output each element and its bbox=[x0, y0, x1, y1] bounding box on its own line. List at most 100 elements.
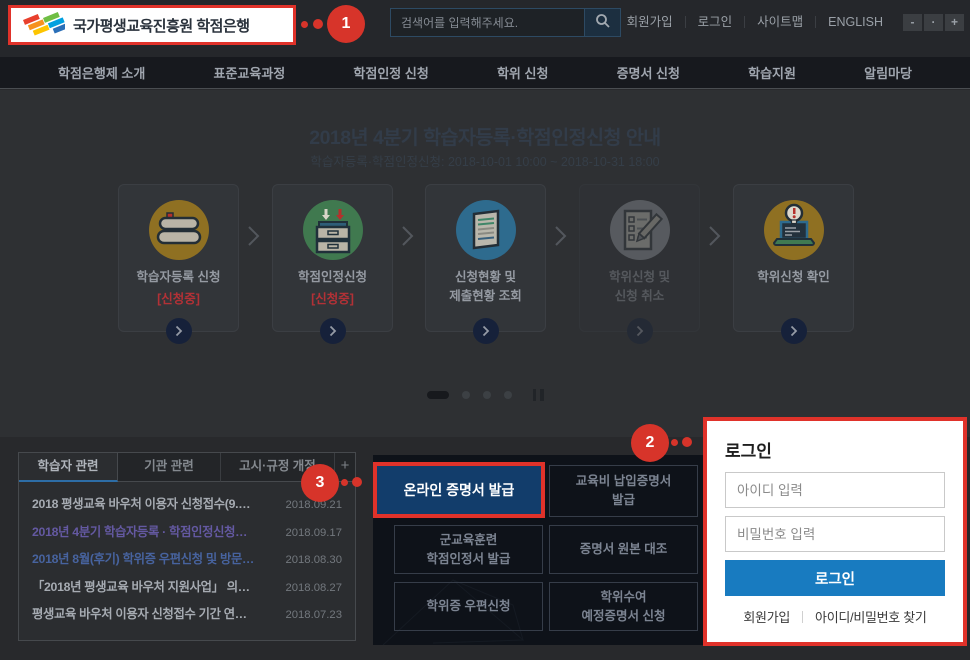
certificate-quick-panel: 온라인 증명서 발급 교육비 납입증명서 발급 군교육훈련 학점인정서 발급 증… bbox=[373, 455, 705, 645]
chevron-right-icon bbox=[554, 225, 567, 247]
document-icon bbox=[454, 198, 518, 262]
banner-card-degree-apply-confirm[interactable]: 학위신청 확인 bbox=[733, 184, 854, 332]
search-box bbox=[390, 8, 621, 37]
certificate-original-check-button[interactable]: 증명서 원본 대조 bbox=[549, 525, 698, 574]
top-link-sitemap[interactable]: 사이트맵 bbox=[744, 16, 815, 28]
chevron-right-icon bbox=[708, 225, 721, 247]
font-size-controls: - · + bbox=[903, 14, 964, 31]
military-training-credit-button[interactable]: 군교육훈련 학점인정서 발급 bbox=[394, 525, 543, 574]
nav-item-notice[interactable]: 알림마당 bbox=[864, 63, 912, 82]
font-reset-button[interactable]: · bbox=[924, 14, 943, 31]
annotation-connector-dot bbox=[682, 437, 692, 447]
news-item-date: 2018.07.23 bbox=[285, 609, 342, 621]
login-title: 로그인 bbox=[725, 437, 945, 462]
nav-item-about[interactable]: 학점은행제 소개 bbox=[58, 63, 145, 82]
chevron-right-icon bbox=[401, 225, 414, 247]
news-list-item[interactable]: 2018년 4분기 학습자등록 · 학점인정신청… 2018.09.17 bbox=[32, 522, 342, 540]
nav-item-learning-support[interactable]: 학습지원 bbox=[748, 63, 796, 82]
logo-text: 국가평생교육진흥원 학점은행 bbox=[73, 15, 250, 36]
banner-card-application-status[interactable]: 신청현황 및 제출현황 조회 bbox=[425, 184, 546, 332]
annotation-step-1: 1 bbox=[327, 5, 365, 43]
find-id-password-link[interactable]: 아이디/비밀번호 찾기 bbox=[815, 607, 927, 626]
checklist-icon bbox=[608, 198, 672, 262]
books-icon bbox=[147, 198, 211, 262]
card-arrow-button[interactable] bbox=[627, 318, 653, 344]
login-id-input[interactable] bbox=[725, 472, 945, 508]
card-arrow-button[interactable] bbox=[781, 318, 807, 344]
login-panel: 로그인 로그인 회원가입 아이디/비밀번호 찾기 bbox=[703, 417, 967, 646]
news-item-title: 2018년 8월(후기) 학위증 우편신청 및 방문… bbox=[32, 549, 254, 567]
logo[interactable]: 국가평생교육진흥원 학점은행 bbox=[8, 5, 296, 45]
carousel-dot[interactable] bbox=[483, 391, 491, 399]
bottom-section: 학습자 관련 기관 관련 고시·규정 개정 + 2018 평생교육 바우처 이용… bbox=[0, 437, 970, 660]
card-arrow-button[interactable] bbox=[473, 318, 499, 344]
main-banner: 2018년 4분기 학습자등록·학점인정신청 안내 학습자등록·학점인정신청: … bbox=[0, 90, 970, 437]
card-status-badge: [신청중] bbox=[119, 288, 238, 307]
card-status-badge: [신청중] bbox=[273, 288, 392, 307]
news-list-item[interactable]: 「2018년 평생교육 바우처 지원사업」 의… 2018.08.27 bbox=[32, 577, 342, 595]
font-larger-button[interactable]: + bbox=[945, 14, 964, 31]
news-item-date: 2018.08.27 bbox=[285, 582, 342, 594]
annotation-step-3: 3 bbox=[301, 464, 339, 502]
annotation-connector-dot bbox=[301, 21, 308, 28]
font-smaller-button[interactable]: - bbox=[903, 14, 922, 31]
top-link-login[interactable]: 로그인 bbox=[685, 16, 745, 28]
annotation-step-2: 2 bbox=[631, 424, 669, 462]
card-label: 학위신청 및 신청 취소 bbox=[580, 268, 699, 306]
banner-subtitle: 학습자등록·학점인정신청: 2018-10-01 10:00 ~ 2018-10… bbox=[0, 151, 970, 170]
annotation-connector-dot bbox=[352, 477, 362, 487]
login-submit-button[interactable]: 로그인 bbox=[725, 560, 945, 596]
login-links: 회원가입 아이디/비밀번호 찾기 bbox=[725, 607, 945, 626]
card-label: 학점인정신청 bbox=[273, 268, 392, 287]
search-input[interactable] bbox=[391, 9, 584, 36]
tab-learner[interactable]: 학습자 관련 bbox=[19, 453, 118, 482]
banner-card-learner-registration[interactable]: 학습자등록 신청 [신청중] bbox=[118, 184, 239, 332]
carousel-pagination bbox=[0, 389, 970, 401]
news-item-date: 2018.08.30 bbox=[285, 554, 342, 566]
online-certificate-button[interactable]: 온라인 증명서 발급 bbox=[373, 462, 545, 518]
carousel-dot[interactable] bbox=[504, 391, 512, 399]
signup-link[interactable]: 회원가입 bbox=[743, 607, 790, 626]
card-label: 학습자등록 신청 bbox=[119, 268, 238, 287]
carousel-dot[interactable] bbox=[462, 391, 470, 399]
nav-item-degree-apply[interactable]: 학위 신청 bbox=[497, 63, 548, 82]
carousel-pause-icon[interactable] bbox=[533, 389, 544, 401]
tab-institution[interactable]: 기관 관련 bbox=[118, 453, 221, 482]
news-list-item[interactable]: 2018년 8월(후기) 학위증 우편신청 및 방문… 2018.08.30 bbox=[32, 549, 342, 567]
annotation-connector-dot bbox=[313, 19, 323, 29]
banner-title: 2018년 4분기 학습자등록·학점인정신청 안내 bbox=[0, 121, 970, 150]
news-item-title: 평생교육 바우처 이용자 신청접수 기간 연… bbox=[32, 604, 247, 622]
card-arrow-button[interactable] bbox=[166, 318, 192, 344]
main-navigation: 학점은행제 소개 표준교육과정 학점인정 신청 학위 신청 증명서 신청 학습지… bbox=[0, 57, 970, 89]
annotation-connector-dot bbox=[341, 479, 348, 486]
nav-item-credit-apply[interactable]: 학점인정 신청 bbox=[353, 63, 428, 82]
top-link-english[interactable]: ENGLISH bbox=[815, 16, 895, 28]
carousel-dot-active[interactable] bbox=[427, 391, 449, 399]
news-list-item[interactable]: 평생교육 바우처 이용자 신청접수 기간 연… 2018.07.23 bbox=[32, 604, 342, 622]
news-item-date: 2018.09.17 bbox=[285, 527, 342, 539]
divider bbox=[802, 611, 803, 623]
page: 국가평생교육진흥원 학점은행 회원가입 로그인 사이트맵 ENGLISH - · bbox=[0, 0, 970, 660]
logo-mark-icon bbox=[21, 8, 65, 43]
banner-card-degree-apply-cancel[interactable]: 학위신청 및 신청 취소 bbox=[579, 184, 700, 332]
nav-item-certificate[interactable]: 증명서 신청 bbox=[617, 63, 680, 82]
search-icon bbox=[595, 13, 611, 32]
news-item-title: 「2018년 평생교육 바우처 지원사업」 의… bbox=[32, 577, 250, 595]
card-label: 학위신청 확인 bbox=[734, 268, 853, 287]
cabinet-icon bbox=[301, 198, 365, 262]
nav-item-curriculum[interactable]: 표준교육과정 bbox=[214, 63, 286, 82]
top-link-signup[interactable]: 회원가입 bbox=[615, 16, 685, 28]
news-item-title: 2018년 4분기 학습자등록 · 학점인정신청… bbox=[32, 522, 247, 540]
news-list: 2018 평생교육 바우처 이용자 신청접수(9.… 2018.09.21 20… bbox=[19, 482, 355, 622]
news-item-title: 2018 평생교육 바우처 이용자 신청접수(9.… bbox=[32, 494, 250, 512]
diploma-mail-request-button[interactable]: 학위증 우편신청 bbox=[394, 582, 543, 631]
annotation-connector-dot bbox=[671, 439, 678, 446]
tuition-payment-certificate-button[interactable]: 교육비 납입증명서 발급 bbox=[549, 465, 698, 517]
card-label: 신청현황 및 제출현황 조회 bbox=[426, 268, 545, 306]
degree-expected-certificate-button[interactable]: 학위수여 예정증명서 신청 bbox=[549, 582, 698, 631]
login-password-input[interactable] bbox=[725, 516, 945, 552]
banner-card-credit-recognition[interactable]: 학점인정신청 [신청중] bbox=[272, 184, 393, 332]
card-arrow-button[interactable] bbox=[320, 318, 346, 344]
news-list-item[interactable]: 2018 평생교육 바우처 이용자 신청접수(9.… 2018.09.21 bbox=[32, 494, 342, 512]
chevron-right-icon bbox=[247, 225, 260, 247]
